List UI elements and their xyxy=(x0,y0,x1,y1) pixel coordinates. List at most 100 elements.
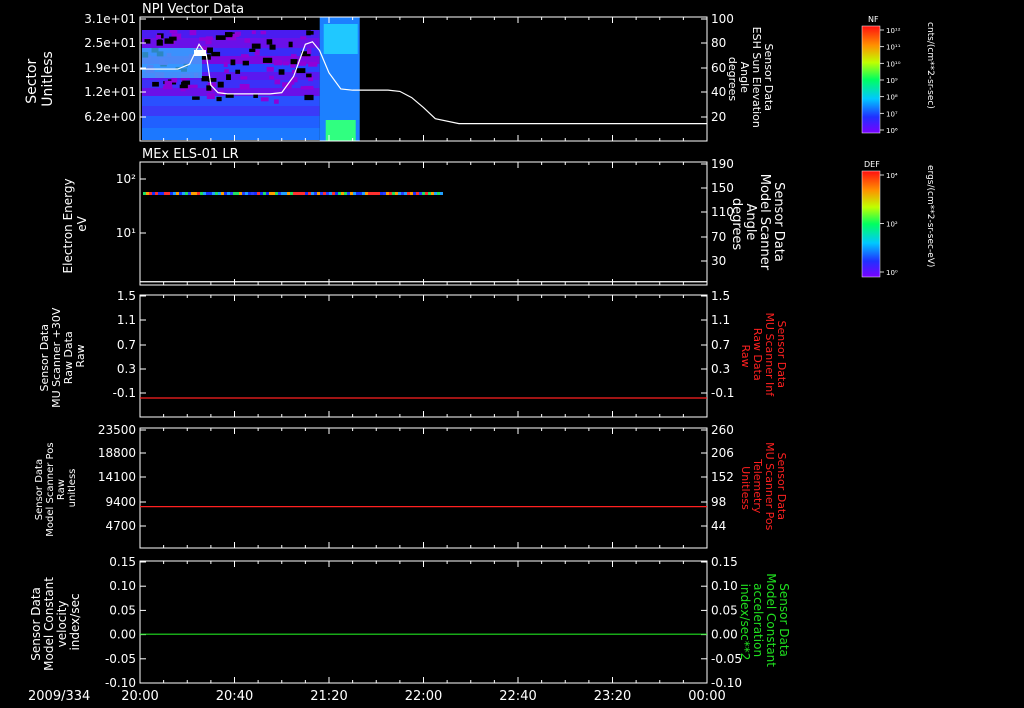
left-tick-label: 3.1e+01 xyxy=(84,12,136,26)
heatmap-cell xyxy=(157,39,162,45)
right-tick-label: -0.05 xyxy=(711,652,742,666)
heatmap-cell xyxy=(206,93,215,100)
energy-band-cell xyxy=(389,192,392,195)
panel-ticks: 23500 18800 14100 9400 4700 260 206 152 98 44 xyxy=(98,423,734,548)
colorbar-ticks: 10⁴ 10² 10⁰ xyxy=(880,172,898,277)
energy-band-cell xyxy=(335,192,338,195)
colorbar-ticks: 10¹² 10¹¹ 10¹⁰ 10⁹ 10⁸ 10⁷ 10⁶ xyxy=(880,27,901,135)
energy-band-cell xyxy=(386,192,389,195)
colorbar-title: NF xyxy=(868,15,879,24)
heatmap-cell xyxy=(308,61,318,67)
heatmap-cell xyxy=(251,30,256,35)
energy-band-cell xyxy=(215,192,218,195)
energy-band-cell xyxy=(287,192,290,195)
time-tick-label: 20:40 xyxy=(216,689,253,704)
left-axis-title: Sensor Data Model Scanner Pos Raw unitle… xyxy=(34,439,78,536)
energy-band-cell xyxy=(323,192,326,195)
energy-band-cell xyxy=(158,192,161,195)
energy-band-cell xyxy=(395,192,398,195)
time-tick-label: 22:00 xyxy=(405,689,442,704)
heatmap-cell xyxy=(189,84,198,88)
left-tick-label: -0.1 xyxy=(113,386,136,400)
heatmap-cell xyxy=(189,30,197,36)
energy-band-cell xyxy=(152,192,155,195)
energy-band-cell xyxy=(419,192,422,195)
heatmap-cell xyxy=(201,76,209,82)
energy-band-cell xyxy=(407,192,410,195)
energy-band-cell xyxy=(365,192,368,195)
heatmap-cell xyxy=(240,54,249,58)
energy-band-cell xyxy=(299,192,302,195)
energy-band-cell xyxy=(155,192,158,195)
right-tick-label: 190 xyxy=(711,157,734,171)
energy-band-cell xyxy=(248,192,251,195)
colorbar-tick-label: 10⁸ xyxy=(886,94,898,102)
panel-scanner-pos: Sensor Data Model Scanner Pos Raw unitle… xyxy=(34,423,788,549)
heatmap-cell xyxy=(207,47,213,54)
heatmap-cell xyxy=(223,62,228,67)
energy-band-cell xyxy=(425,192,428,195)
heatmap-cell xyxy=(304,94,314,101)
energy-band-cell xyxy=(305,192,308,195)
heatmap-cell xyxy=(224,32,233,38)
heatmap-row xyxy=(142,106,320,116)
colorbar-def: DEF 10⁴ 10² 10⁰ ergs/(cm**2-sr-sec-eV) xyxy=(861,160,935,278)
left-tick-label: 10² xyxy=(116,172,136,186)
energy-band-cell xyxy=(431,192,434,195)
colorbar-tick-label: 10¹² xyxy=(886,27,901,35)
energy-band-cell xyxy=(290,192,293,195)
heatmap-cell xyxy=(232,33,240,38)
els-heatmap xyxy=(140,192,707,283)
left-tick-label: 0.7 xyxy=(117,338,136,352)
heatmap-cell xyxy=(278,69,285,75)
energy-band-cell xyxy=(197,192,200,195)
panel-els: MEx ELS-01 LR Electron Energy eV Sensor … xyxy=(61,147,786,286)
heatmap-cell xyxy=(226,74,231,81)
energy-band-cell xyxy=(377,192,380,195)
colorbar-tick-label: 10¹¹ xyxy=(886,44,901,52)
right-tick-label: -0.10 xyxy=(711,676,742,690)
heatmap-cell xyxy=(251,43,261,49)
left-tick-label: 1.9e+01 xyxy=(84,61,136,75)
right-tick-label: 0.3 xyxy=(711,362,730,376)
energy-band-cell xyxy=(266,192,269,195)
energy-band-cell xyxy=(398,192,401,195)
right-tick-label: 60 xyxy=(711,61,726,75)
energy-band-cell xyxy=(239,192,242,195)
energy-band-cell xyxy=(257,192,260,195)
energy-band-cell xyxy=(143,192,146,195)
colorbar-tick-label: 10² xyxy=(886,221,898,229)
energy-band-cell xyxy=(410,192,413,195)
energy-band-cell xyxy=(212,192,215,195)
left-tick-label: 18800 xyxy=(98,446,136,460)
energy-band-cell xyxy=(203,192,206,195)
heatmap-cell xyxy=(199,37,208,41)
heatmap-cell xyxy=(206,85,212,91)
left-tick-label: 14100 xyxy=(98,470,136,484)
colorbar-gradient xyxy=(861,170,881,278)
heatmap-cell xyxy=(306,73,312,78)
right-tick-label: 44 xyxy=(711,519,726,533)
panel-npi-vector: NPI Vector Data Sector Unitless Sensor D… xyxy=(24,2,775,142)
energy-band-cell xyxy=(173,192,176,195)
energy-band-cell xyxy=(146,192,149,195)
time-tick-label: 20:00 xyxy=(121,689,158,704)
right-tick-label: 80 xyxy=(711,36,726,50)
panel-frame xyxy=(139,427,708,549)
right-tick-label: 0.00 xyxy=(711,628,738,642)
heatmap-cell xyxy=(182,80,191,85)
energy-band-cell xyxy=(374,192,377,195)
right-tick-label: 100 xyxy=(711,12,734,26)
energy-band-cell xyxy=(194,192,197,195)
energy-band-cell xyxy=(230,192,233,195)
heatmap-cell xyxy=(215,35,226,40)
energy-band-cell xyxy=(176,192,179,195)
heatmap-cell xyxy=(274,79,281,85)
energy-band-cell xyxy=(359,192,362,195)
heatmap-column xyxy=(323,24,358,54)
time-tick-label: 22:40 xyxy=(499,689,536,704)
heatmap-cell xyxy=(142,48,202,78)
heatmap-cell xyxy=(169,30,178,34)
energy-band-cell xyxy=(251,192,254,195)
right-tick-label: 150 xyxy=(711,181,734,195)
